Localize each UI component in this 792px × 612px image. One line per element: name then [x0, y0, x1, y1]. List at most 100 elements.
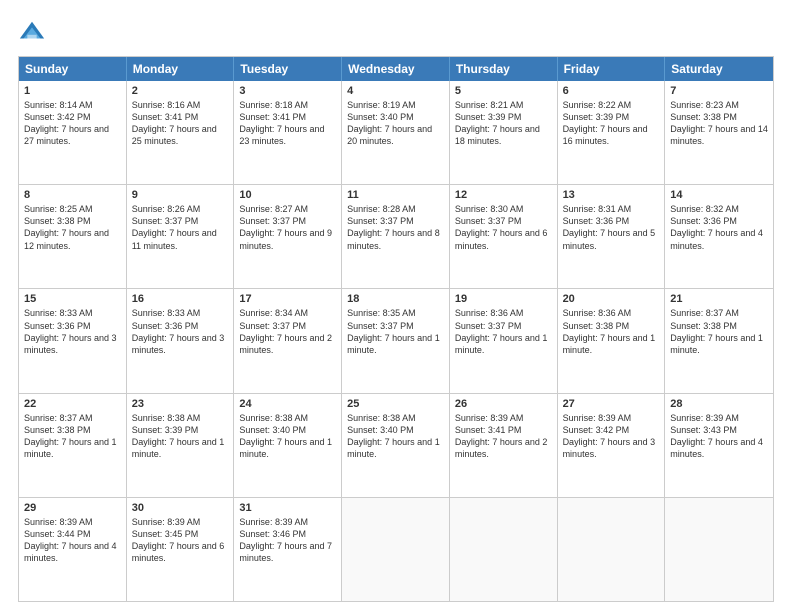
daylight-info: Daylight: 7 hours and 4 minutes. [670, 227, 768, 251]
daylight-info: Daylight: 7 hours and 12 minutes. [24, 227, 121, 251]
daylight-info: Daylight: 7 hours and 25 minutes. [132, 123, 229, 147]
daylight-info: Daylight: 7 hours and 16 minutes. [563, 123, 660, 147]
sunset-info: Sunset: 3:41 PM [239, 111, 336, 123]
calendar-cell: 11Sunrise: 8:28 AMSunset: 3:37 PMDayligh… [342, 185, 450, 288]
sunset-info: Sunset: 3:38 PM [670, 320, 768, 332]
sunset-info: Sunset: 3:41 PM [132, 111, 229, 123]
calendar-cell: 28Sunrise: 8:39 AMSunset: 3:43 PMDayligh… [665, 394, 773, 497]
calendar-cell: 8Sunrise: 8:25 AMSunset: 3:38 PMDaylight… [19, 185, 127, 288]
daylight-info: Daylight: 7 hours and 4 minutes. [24, 540, 121, 564]
calendar-row-4: 22Sunrise: 8:37 AMSunset: 3:38 PMDayligh… [19, 393, 773, 497]
daylight-info: Daylight: 7 hours and 1 minute. [347, 332, 444, 356]
day-number: 15 [24, 293, 121, 305]
sunrise-info: Sunrise: 8:32 AM [670, 203, 768, 215]
sunrise-info: Sunrise: 8:30 AM [455, 203, 552, 215]
sunrise-info: Sunrise: 8:39 AM [455, 412, 552, 424]
weekday-header-saturday: Saturday [665, 57, 773, 81]
daylight-info: Daylight: 7 hours and 1 minute. [455, 332, 552, 356]
sunrise-info: Sunrise: 8:33 AM [24, 307, 121, 319]
sunset-info: Sunset: 3:39 PM [455, 111, 552, 123]
calendar-cell: 9Sunrise: 8:26 AMSunset: 3:37 PMDaylight… [127, 185, 235, 288]
sunset-info: Sunset: 3:36 PM [132, 320, 229, 332]
daylight-info: Daylight: 7 hours and 5 minutes. [563, 227, 660, 251]
daylight-info: Daylight: 7 hours and 6 minutes. [455, 227, 552, 251]
sunrise-info: Sunrise: 8:18 AM [239, 99, 336, 111]
page: SundayMondayTuesdayWednesdayThursdayFrid… [0, 0, 792, 612]
daylight-info: Daylight: 7 hours and 4 minutes. [670, 436, 768, 460]
calendar-cell: 31Sunrise: 8:39 AMSunset: 3:46 PMDayligh… [234, 498, 342, 601]
sunset-info: Sunset: 3:37 PM [239, 320, 336, 332]
sunset-info: Sunset: 3:42 PM [563, 424, 660, 436]
sunset-info: Sunset: 3:38 PM [563, 320, 660, 332]
daylight-info: Daylight: 7 hours and 7 minutes. [239, 540, 336, 564]
sunrise-info: Sunrise: 8:37 AM [24, 412, 121, 424]
day-number: 18 [347, 293, 444, 305]
calendar-cell: 12Sunrise: 8:30 AMSunset: 3:37 PMDayligh… [450, 185, 558, 288]
sunrise-info: Sunrise: 8:31 AM [563, 203, 660, 215]
sunset-info: Sunset: 3:38 PM [670, 111, 768, 123]
sunrise-info: Sunrise: 8:26 AM [132, 203, 229, 215]
day-number: 9 [132, 189, 229, 201]
calendar-cell: 5Sunrise: 8:21 AMSunset: 3:39 PMDaylight… [450, 81, 558, 184]
daylight-info: Daylight: 7 hours and 14 minutes. [670, 123, 768, 147]
daylight-info: Daylight: 7 hours and 11 minutes. [132, 227, 229, 251]
sunset-info: Sunset: 3:36 PM [563, 215, 660, 227]
logo [18, 18, 50, 46]
weekday-header-tuesday: Tuesday [234, 57, 342, 81]
day-number: 14 [670, 189, 768, 201]
calendar-cell: 1Sunrise: 8:14 AMSunset: 3:42 PMDaylight… [19, 81, 127, 184]
sunset-info: Sunset: 3:37 PM [455, 215, 552, 227]
calendar-row-3: 15Sunrise: 8:33 AMSunset: 3:36 PMDayligh… [19, 288, 773, 392]
sunrise-info: Sunrise: 8:21 AM [455, 99, 552, 111]
day-number: 26 [455, 398, 552, 410]
sunrise-info: Sunrise: 8:36 AM [563, 307, 660, 319]
day-number: 28 [670, 398, 768, 410]
day-number: 5 [455, 85, 552, 97]
day-number: 2 [132, 85, 229, 97]
calendar-cell: 13 Sunrise: 8:31 AMSunset: 3:36 PMDayligh… [558, 185, 666, 288]
weekday-header-wednesday: Wednesday [342, 57, 450, 81]
sunrise-info: Sunrise: 8:27 AM [239, 203, 336, 215]
day-number: 27 [563, 398, 660, 410]
calendar-cell: 15Sunrise: 8:33 AMSunset: 3:36 PMDayligh… [19, 289, 127, 392]
day-number: 30 [132, 502, 229, 514]
sunset-info: Sunset: 3:36 PM [670, 215, 768, 227]
day-number: 17 [239, 293, 336, 305]
day-number: 7 [670, 85, 768, 97]
calendar-cell: 14 Sunrise: 8:32 AMSunset: 3:36 PMDayligh… [665, 185, 773, 288]
day-number: 25 [347, 398, 444, 410]
logo-icon [18, 18, 46, 46]
day-number: 23 [132, 398, 229, 410]
sunset-info: Sunset: 3:45 PM [132, 528, 229, 540]
sunset-info: Sunset: 3:40 PM [347, 424, 444, 436]
sunrise-info: Sunrise: 8:16 AM [132, 99, 229, 111]
daylight-info: Daylight: 7 hours and 2 minutes. [455, 436, 552, 460]
day-number: 13 [563, 189, 660, 201]
calendar: SundayMondayTuesdayWednesdayThursdayFrid… [18, 56, 774, 602]
weekday-header-friday: Friday [558, 57, 666, 81]
sunset-info: Sunset: 3:37 PM [347, 215, 444, 227]
calendar-cell: 3Sunrise: 8:18 AMSunset: 3:41 PMDaylight… [234, 81, 342, 184]
calendar-cell: 16Sunrise: 8:33 AMSunset: 3:36 PMDayligh… [127, 289, 235, 392]
day-number: 24 [239, 398, 336, 410]
sunrise-info: Sunrise: 8:28 AM [347, 203, 444, 215]
day-number: 20 [563, 293, 660, 305]
sunrise-info: Sunrise: 8:36 AM [455, 307, 552, 319]
sunrise-info: Sunrise: 8:38 AM [347, 412, 444, 424]
sunset-info: Sunset: 3:38 PM [24, 424, 121, 436]
calendar-header: SundayMondayTuesdayWednesdayThursdayFrid… [19, 57, 773, 81]
calendar-cell: 17Sunrise: 8:34 AMSunset: 3:37 PMDayligh… [234, 289, 342, 392]
calendar-cell: 20 Sunrise: 8:36 AMSunset: 3:38 PMDayligh… [558, 289, 666, 392]
day-number: 8 [24, 189, 121, 201]
daylight-info: Daylight: 7 hours and 1 minute. [563, 332, 660, 356]
sunrise-info: Sunrise: 8:39 AM [670, 412, 768, 424]
calendar-cell: 4Sunrise: 8:19 AMSunset: 3:40 PMDaylight… [342, 81, 450, 184]
sunset-info: Sunset: 3:36 PM [24, 320, 121, 332]
sunrise-info: Sunrise: 8:14 AM [24, 99, 121, 111]
sunrise-info: Sunrise: 8:39 AM [24, 516, 121, 528]
calendar-cell: 22Sunrise: 8:37 AMSunset: 3:38 PMDayligh… [19, 394, 127, 497]
calendar-cell: 19Sunrise: 8:36 AMSunset: 3:37 PMDayligh… [450, 289, 558, 392]
sunset-info: Sunset: 3:37 PM [239, 215, 336, 227]
sunrise-info: Sunrise: 8:38 AM [132, 412, 229, 424]
day-number: 6 [563, 85, 660, 97]
